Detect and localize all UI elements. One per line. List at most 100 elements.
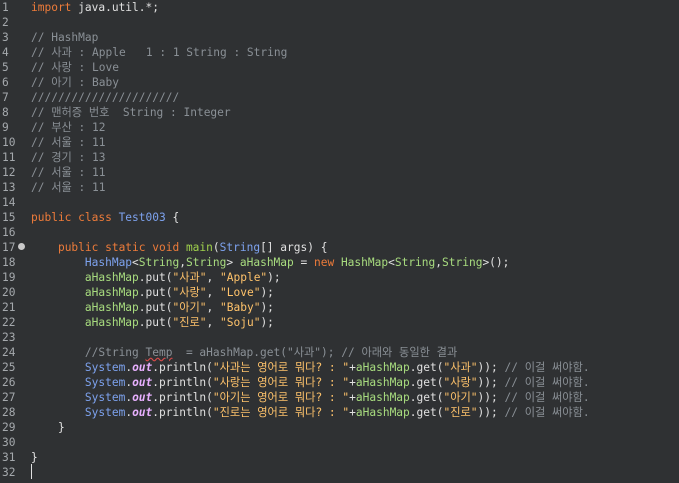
- code-token: HashMap: [340, 256, 389, 269]
- code-token: "진로는 영어로 뭐다? : ": [212, 406, 350, 419]
- code-token: "Apple": [220, 271, 268, 284]
- line-number: 29: [2, 421, 16, 434]
- code-token: []: [260, 241, 281, 254]
- code-token: out: [132, 406, 153, 419]
- code-line[interactable]: System.out.println("사과는 영어로 뭐다? : "+aHas…: [31, 360, 590, 375]
- code-token: "Love": [220, 286, 261, 299]
- code-token: String: [442, 256, 483, 269]
- code-token: java.util.*;: [71, 1, 159, 14]
- code-token: System: [84, 361, 126, 374]
- code-token: <: [388, 256, 395, 269]
- code-line[interactable]: // 아기 : Baby: [31, 75, 119, 90]
- code-token: .get(: [409, 376, 444, 389]
- code-line[interactable]: public class Test003 {: [31, 210, 179, 225]
- code-token: ,: [206, 286, 221, 299]
- line-number: 26: [2, 376, 16, 389]
- code-token: //////////////////////: [31, 91, 180, 104]
- code-token: +: [349, 391, 356, 404]
- code-token: ));: [477, 406, 505, 419]
- code-token: // 맨허증 번호 String : Integer: [31, 106, 231, 119]
- code-line[interactable]: // 서울 : 11: [31, 180, 105, 195]
- code-token: );: [260, 301, 274, 314]
- code-token: aHashMap: [84, 301, 139, 314]
- code-token: "사랑는 영어로 뭐다? : ": [212, 376, 350, 389]
- code-line[interactable]: // 부산 : 12: [31, 120, 105, 135]
- code-token: // 이걸 써야함.: [504, 361, 590, 374]
- method-override-marker-icon[interactable]: [18, 243, 25, 250]
- code-token: aHashMap: [84, 286, 139, 299]
- text-cursor: [31, 464, 32, 479]
- line-number: 7: [2, 91, 9, 104]
- line-number: 20: [2, 286, 16, 299]
- code-token: new: [313, 256, 341, 269]
- code-token: ,: [206, 301, 221, 314]
- code-token: .get(: [409, 406, 444, 419]
- code-token: ) {: [307, 241, 328, 254]
- code-token: (: [212, 241, 220, 254]
- code-line[interactable]: // 경기 : 13: [31, 150, 105, 165]
- code-line[interactable]: aHashMap.put("진로", "Soju");: [31, 315, 274, 330]
- code-token: +: [349, 406, 356, 419]
- code-token: out: [132, 376, 153, 389]
- code-token: System: [84, 376, 126, 389]
- code-line[interactable]: //String Temp = aHashMap.get("사과"); // 아…: [31, 345, 457, 360]
- line-number: 31: [2, 451, 16, 464]
- code-area[interactable]: import java.util.*; // HashMap // 사과 : App…: [31, 0, 679, 483]
- line-number: 22: [2, 316, 16, 329]
- code-token: public static void: [57, 241, 186, 254]
- code-editor[interactable]: 1 2 3 4 5 6 7 8 9 10 11 12 13 14 15 16 17 18 19 20 21 22 23 24 2…: [0, 0, 679, 483]
- code-token: aHashMap: [355, 361, 410, 374]
- line-number: 13: [2, 181, 16, 194]
- code-token: .println(: [152, 391, 213, 404]
- code-line[interactable]: // 서울 : 11: [31, 165, 105, 180]
- code-token: .get(: [409, 361, 444, 374]
- code-line[interactable]: // 맨허증 번호 String : Integer: [31, 105, 231, 120]
- line-number: 24: [2, 346, 16, 359]
- code-token: .put(: [138, 271, 173, 284]
- code-token: // 이걸 써야함.: [504, 376, 590, 389]
- line-number: 5: [2, 61, 9, 74]
- code-line[interactable]: }: [31, 450, 38, 465]
- code-line[interactable]: // 사랑 : Love: [31, 60, 119, 75]
- code-token: );: [260, 286, 274, 299]
- code-line[interactable]: import java.util.*;: [31, 0, 159, 15]
- vertical-scrollbar[interactable]: [675, 0, 679, 483]
- code-line[interactable]: System.out.println("아기는 영어로 뭐다? : "+aHas…: [31, 390, 590, 405]
- line-number: 16: [2, 226, 16, 239]
- code-token: import: [31, 1, 72, 14]
- code-line[interactable]: // HashMap: [31, 30, 98, 45]
- code-line[interactable]: public static void main(String[] args) {: [31, 240, 328, 255]
- code-token: ,: [206, 316, 221, 329]
- code-line[interactable]: aHashMap.put("사랑", "Love");: [31, 285, 274, 300]
- code-token: =: [293, 256, 314, 269]
- code-token: Test003: [118, 211, 166, 224]
- code-token: ));: [477, 391, 505, 404]
- line-number: 11: [2, 151, 16, 164]
- code-line[interactable]: System.out.println("사랑는 영어로 뭐다? : "+aHas…: [31, 375, 590, 390]
- code-token: //String: [84, 346, 146, 359]
- code-line[interactable]: //////////////////////: [31, 90, 179, 105]
- code-line[interactable]: }: [31, 420, 65, 435]
- line-number: 12: [2, 166, 16, 179]
- code-line[interactable]: System.out.println("진로는 영어로 뭐다? : "+aHas…: [31, 405, 590, 420]
- code-token: String: [394, 256, 436, 269]
- code-line[interactable]: // 사과 : Apple 1 : 1 String : String: [31, 45, 287, 60]
- code-token: }: [31, 421, 65, 434]
- code-line[interactable]: aHashMap.put("사과", "Apple");: [31, 270, 281, 285]
- code-token: +: [349, 376, 356, 389]
- code-token: // 서울 : 11: [31, 181, 106, 194]
- code-token: String: [219, 241, 261, 254]
- code-line[interactable]: // 서울 : 11: [31, 135, 105, 150]
- code-token: aHashMap: [84, 316, 139, 329]
- code-token: >();: [482, 256, 510, 269]
- code-line[interactable]: aHashMap.put("아기", "Baby");: [31, 300, 274, 315]
- code-token: );: [267, 271, 281, 284]
- code-token: .println(: [152, 376, 213, 389]
- line-number: 27: [2, 391, 16, 404]
- code-line[interactable]: HashMap<String,String> aHashMap = new Ha…: [31, 255, 510, 270]
- code-token: out: [132, 391, 153, 404]
